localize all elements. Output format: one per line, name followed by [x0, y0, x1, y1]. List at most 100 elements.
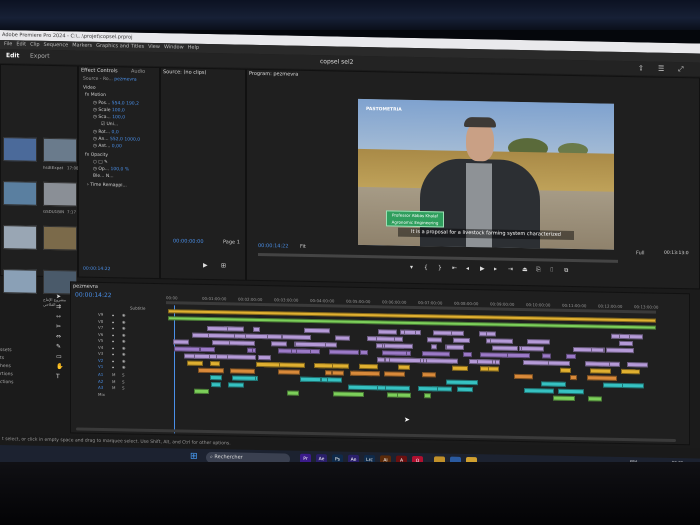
menu-item[interactable]: View	[148, 44, 160, 50]
timeline-clip[interactable]	[384, 343, 414, 349]
timeline-clip[interactable]	[590, 368, 611, 374]
timeline-clip[interactable]	[521, 346, 544, 352]
timeline-clip[interactable]	[591, 347, 605, 353]
timeline-clip[interactable]	[560, 367, 571, 373]
project-bin-thumbnail[interactable]	[43, 137, 77, 163]
timeline-clip[interactable]	[488, 366, 499, 372]
program-timecode[interactable]: 00:00:14:22	[258, 243, 289, 250]
ec-position-x[interactable]: 554,0	[112, 101, 125, 106]
track-lock-icon[interactable]: 🔒︎	[112, 338, 114, 343]
timeline-clip[interactable]	[456, 386, 473, 393]
side-panel-label[interactable]: ssets	[0, 348, 12, 353]
video-track-label[interactable]: V4	[98, 344, 103, 349]
timeline-clip[interactable]	[286, 390, 299, 396]
timeline-clip[interactable]	[331, 363, 349, 369]
menu-item[interactable]: File	[4, 41, 12, 47]
timeline-clip[interactable]	[226, 354, 256, 360]
timeline-clip[interactable]	[552, 395, 575, 402]
ec-opacity-value[interactable]: 100,0 %	[111, 167, 130, 172]
project-bin-thumbnail[interactable]	[3, 137, 37, 162]
timeline-clip[interactable]	[256, 361, 280, 368]
track-eye-icon[interactable]: ◉	[122, 312, 126, 317]
rect-tool-icon[interactable]: ▭	[56, 353, 62, 360]
ec-rotation-value[interactable]: 0,0	[112, 130, 119, 135]
timeline-clip[interactable]	[376, 357, 385, 363]
source-timecode[interactable]: 00:00:00:00	[173, 238, 204, 245]
timeline-clip[interactable]	[506, 352, 530, 359]
video-track-label[interactable]: V2	[98, 357, 103, 362]
timeline-clip[interactable]	[621, 382, 644, 389]
timeline-clip[interactable]	[332, 370, 345, 376]
timeline-clip[interactable]	[522, 360, 550, 366]
timeline-clip[interactable]	[382, 350, 408, 356]
go-out-icon[interactable]: ⇥	[508, 266, 513, 273]
lift-icon[interactable]: ⏏	[522, 266, 528, 273]
timeline-clip[interactable]	[299, 376, 322, 383]
ec-scale-value[interactable]: 100,0	[112, 108, 125, 113]
hand-tool-icon[interactable]: ✋	[56, 363, 63, 370]
timeline-clip[interactable]	[295, 348, 312, 354]
workspace-icon[interactable]: ☰	[658, 62, 664, 76]
track-lock-icon[interactable]: 🔒︎	[112, 351, 114, 356]
timeline-clip[interactable]	[586, 375, 618, 381]
track-mute-icon[interactable]: M	[112, 385, 115, 390]
timeline-clip[interactable]	[257, 354, 272, 361]
timeline-clip[interactable]	[279, 362, 305, 368]
track-lock-icon[interactable]: 🔒︎	[112, 325, 114, 330]
timeline-clip[interactable]	[558, 388, 584, 395]
timeline-clip[interactable]	[377, 385, 386, 391]
timeline-clip[interactable]	[375, 336, 395, 342]
timeline-clip[interactable]	[492, 345, 518, 351]
timeline-clip[interactable]	[620, 368, 641, 375]
timeline-clip[interactable]	[526, 339, 550, 345]
share-icon[interactable]: ⇪	[638, 61, 644, 75]
ec-anchor-y[interactable]: 1000,0	[124, 137, 140, 142]
timeline-clip[interactable]	[618, 340, 634, 347]
timeline-clip[interactable]	[427, 337, 442, 343]
timeline-clip[interactable]	[417, 386, 438, 392]
video-track-label[interactable]: V5	[98, 338, 103, 343]
video-track-label[interactable]: V1	[98, 364, 103, 369]
timeline-clip[interactable]	[200, 346, 216, 353]
program-resolution[interactable]: Full	[636, 250, 645, 256]
timeline-clip[interactable]	[541, 381, 566, 387]
video-track-label[interactable]: V7	[98, 325, 103, 330]
track-lock-icon[interactable]: 🔒︎	[112, 332, 114, 337]
timeline-clip[interactable]	[209, 361, 221, 367]
timeline-clip[interactable]	[619, 333, 631, 340]
track-eye-icon[interactable]: ◉	[122, 332, 126, 337]
track-lock-icon[interactable]: 🔒︎	[112, 319, 114, 324]
slip-tool-icon[interactable]: ⇔	[56, 333, 61, 340]
fullscreen-icon[interactable]: ⤢	[678, 62, 684, 76]
track-solo-icon[interactable]: S	[122, 379, 125, 384]
menu-item[interactable]: Window	[164, 44, 184, 50]
timeline-clip[interactable]	[347, 384, 378, 391]
ec-uniform[interactable]: Uni...	[106, 122, 118, 127]
audio-tab[interactable]: Audio	[131, 69, 145, 75]
timeline-clip[interactable]	[192, 332, 210, 339]
ripple-edit-icon[interactable]: ⇿	[56, 313, 61, 320]
ec-anchor-x[interactable]: 552,0	[110, 137, 123, 142]
audio-track-label[interactable]: A2	[98, 378, 103, 383]
video-track-label[interactable]: V9	[98, 312, 103, 317]
side-panel-label[interactable]: hens	[0, 364, 11, 369]
timeline-clip[interactable]	[271, 341, 288, 347]
source-play-icon[interactable]: ▶	[203, 262, 208, 269]
timeline-clip[interactable]	[228, 340, 256, 346]
timeline-clip[interactable]	[423, 393, 432, 399]
export-workspace-tab[interactable]: Export	[30, 50, 50, 64]
edit-workspace-tab[interactable]: Edit	[6, 49, 19, 63]
timeline-clip[interactable]	[328, 349, 359, 355]
side-panel-label[interactable]: ctions	[0, 380, 13, 385]
project-bin-thumbnail[interactable]	[3, 269, 37, 294]
ec-time-remap[interactable]: Time Remappi...	[90, 183, 127, 189]
timeline-clip[interactable]	[282, 334, 312, 340]
video-track-label[interactable]: V6	[98, 331, 103, 336]
track-solo-icon[interactable]: S	[122, 372, 125, 377]
side-panel-label[interactable]: ts	[0, 356, 4, 361]
timeline-clip[interactable]	[210, 375, 222, 381]
timeline-clip[interactable]	[587, 396, 603, 402]
timeline-clip[interactable]	[247, 347, 254, 353]
timeline-clip[interactable]	[422, 351, 451, 357]
ec-blend-value[interactable]: N...	[106, 174, 114, 179]
